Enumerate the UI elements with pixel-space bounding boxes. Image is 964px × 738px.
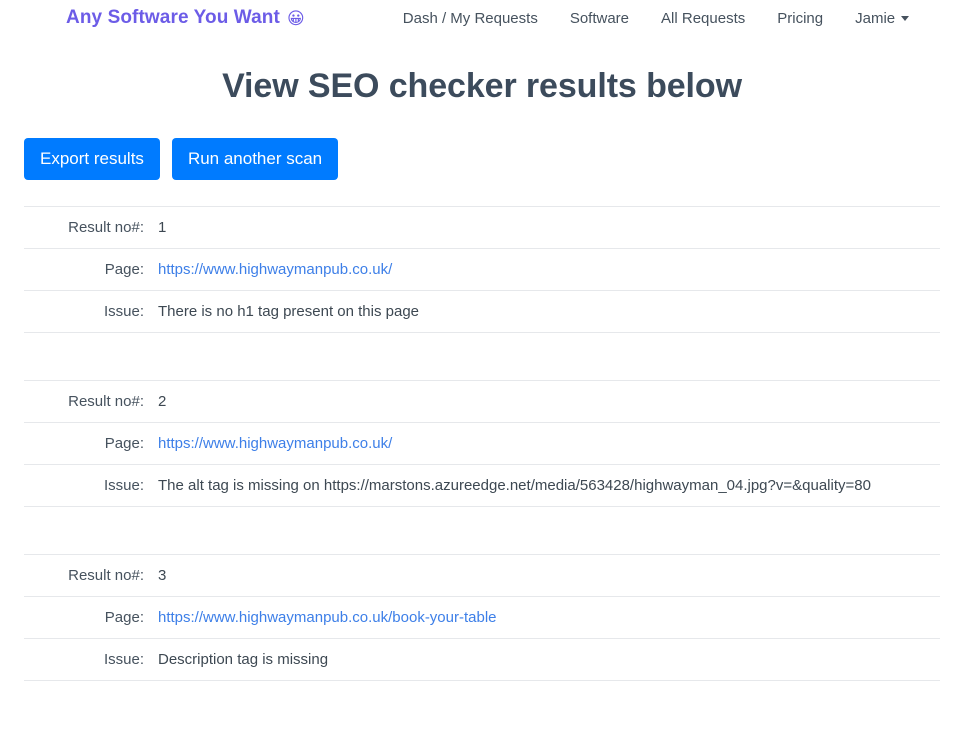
result-number-value: 2 — [158, 393, 167, 410]
result-number-value: 1 — [158, 219, 167, 236]
result-group: Result no#: 2 Page: https://www.highwaym… — [24, 380, 940, 554]
primary-nav: Dash / My Requests Software All Requests… — [387, 8, 925, 29]
result-page-link[interactable]: https://www.highwaymanpub.co.uk/book-you… — [158, 609, 497, 626]
result-number-label: Result no#: — [68, 219, 144, 236]
result-page-label: Page: — [104, 609, 144, 626]
result-issue-value: Description tag is missing — [158, 651, 329, 668]
run-another-scan-button[interactable]: Run another scan — [171, 138, 339, 180]
result-number-value: 3 — [158, 567, 167, 584]
result-group: Result no#: 3 Page: https://www.highwaym… — [24, 554, 940, 686]
result-page-link[interactable]: https://www.highwaymanpub.co.uk/ — [158, 261, 392, 278]
nav-link-pricing[interactable]: Pricing — [761, 8, 839, 29]
nav-user-menu-jamie[interactable]: Jamie — [839, 8, 925, 29]
result-page-value: https://www.highwaymanpub.co.uk/ — [158, 434, 940, 453]
result-group-spacer — [24, 506, 940, 554]
nav-user-menu-label: Jamie — [855, 9, 896, 27]
result-number-row: Result no#: 1 — [24, 206, 940, 248]
result-page-value: https://www.highwaymanpub.co.uk/book-you… — [158, 608, 940, 627]
result-issue-value: There is no h1 tag present on this page — [158, 303, 420, 320]
result-issue-label: Issue: — [103, 651, 144, 668]
chevron-down-icon — [901, 16, 910, 22]
result-issue-label: Issue: — [103, 303, 144, 320]
result-issue-value: The alt tag is missing on https://marsto… — [158, 477, 871, 494]
result-group: Result no#: 1 Page: https://www.highwaym… — [24, 206, 940, 380]
result-group-spacer — [24, 680, 940, 686]
result-page-label: Page: — [104, 261, 144, 278]
result-issue-row: Issue: The alt tag is missing on https:/… — [24, 464, 940, 506]
result-issue-row: Issue: There is no h1 tag present on thi… — [24, 290, 940, 332]
nav-link-all-requests[interactable]: All Requests — [645, 8, 761, 29]
result-number-label: Result no#: — [68, 567, 144, 584]
result-number-row: Result no#: 2 — [24, 380, 940, 422]
result-page-value: https://www.highwaymanpub.co.uk/ — [158, 260, 940, 279]
brand-logo-link[interactable]: Any Software You Want 😀 — [66, 7, 305, 29]
seo-results-list: Result no#: 1 Page: https://www.highwaym… — [24, 206, 940, 686]
result-number-label: Result no#: — [68, 393, 144, 410]
brand-text: Any Software You Want — [66, 7, 280, 28]
result-issue-label: Issue: — [103, 477, 144, 494]
export-results-button[interactable]: Export results — [24, 138, 160, 180]
result-page-label: Page: — [104, 435, 144, 452]
result-page-row: Page: https://www.highwaymanpub.co.uk/ — [24, 422, 940, 464]
result-page-row: Page: https://www.highwaymanpub.co.uk/ — [24, 248, 940, 290]
result-issue-row: Issue: Description tag is missing — [24, 638, 940, 680]
result-page-link[interactable]: https://www.highwaymanpub.co.uk/ — [158, 435, 392, 452]
result-group-spacer — [24, 332, 940, 380]
grinning-face-emoji: 😀 — [286, 8, 305, 28]
nav-link-dash-my-requests[interactable]: Dash / My Requests — [387, 8, 554, 29]
nav-link-software[interactable]: Software — [554, 8, 645, 29]
top-navbar: Any Software You Want 😀 Dash / My Reques… — [0, 0, 964, 36]
action-button-row: Export results Run another scan — [24, 138, 964, 180]
result-number-row: Result no#: 3 — [24, 554, 940, 596]
page-title: View SEO checker results below — [222, 67, 742, 105]
result-page-row: Page: https://www.highwaymanpub.co.uk/bo… — [24, 596, 940, 638]
